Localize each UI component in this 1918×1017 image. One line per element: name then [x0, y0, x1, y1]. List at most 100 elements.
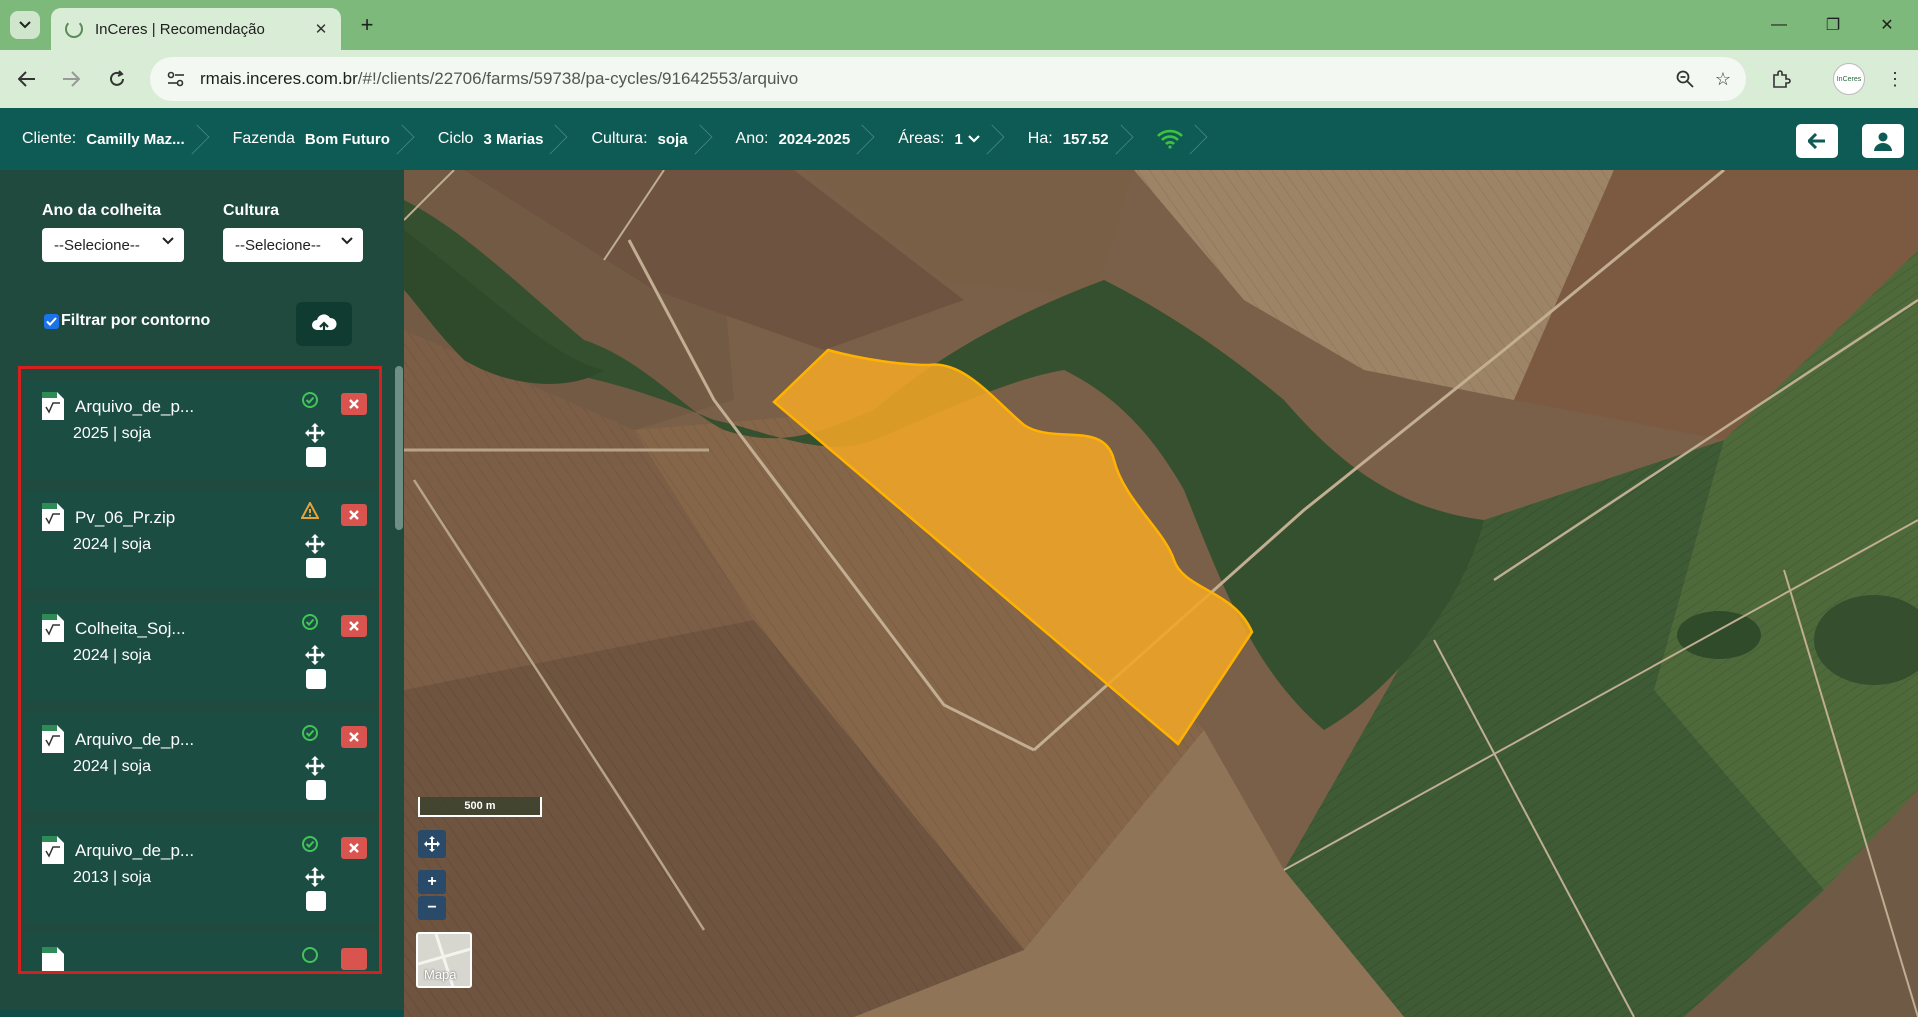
zoom-in-button[interactable]: +	[418, 870, 446, 894]
tab-close-icon[interactable]: ✕	[311, 19, 331, 39]
file-card[interactable]: Arquivo_de_p... 2025 | soja	[25, 379, 377, 479]
pan-button[interactable]	[418, 830, 446, 858]
file-card[interactable]: Arquivo_de_p... 2013 | soja	[25, 823, 377, 923]
files-list-scrollbar[interactable]	[395, 366, 403, 530]
close-icon	[349, 399, 359, 409]
file-icon	[42, 836, 64, 864]
crumb-value: 2024-2025	[778, 130, 851, 148]
url-path: /#!/clients/22706/farms/59738/pa-cycles/…	[357, 69, 799, 88]
zoom-icon[interactable]	[1670, 64, 1700, 94]
file-meta: 2013 | soja	[73, 869, 151, 886]
zoom-out-button[interactable]: −	[418, 896, 446, 920]
move-arrows-icon	[424, 836, 440, 852]
file-card[interactable]: Arquivo_de_p... 2024 | soja	[25, 712, 377, 812]
close-window-icon[interactable]: ✕	[1872, 10, 1902, 40]
crop-label: Cultura	[223, 202, 279, 219]
files-list[interactable]: Arquivo_de_p... 2025 | soja Pv_06_Pr.zip 20…	[18, 366, 382, 974]
reload-icon[interactable]	[102, 64, 132, 94]
crop-select[interactable]: --Selecione--	[223, 228, 363, 262]
file-card[interactable]: Pv_06_Pr.zip 2024 | soja	[25, 490, 377, 590]
file-icon	[42, 614, 64, 642]
map-scale-bar: 500 m	[418, 797, 542, 817]
url-text[interactable]: rmais.inceres.com.br/#!/clients/22706/fa…	[200, 69, 1670, 89]
delete-file-button[interactable]	[341, 504, 367, 526]
url-host: rmais.inceres.com.br	[200, 69, 358, 88]
crumb-crop[interactable]: Cultura: soja	[569, 108, 713, 170]
back-arrow-icon[interactable]	[12, 64, 42, 94]
harvest-year-label: Ano da colheita	[42, 202, 162, 219]
file-select-checkbox[interactable]	[306, 780, 326, 800]
crumb-year[interactable]: Ano: 2024-2025	[714, 108, 877, 170]
check-circle-icon	[302, 836, 318, 852]
file-card-partial[interactable]	[25, 934, 377, 971]
extensions-icon[interactable]	[1766, 64, 1796, 94]
site-settings-icon[interactable]	[164, 67, 188, 91]
new-tab-button[interactable]: +	[353, 11, 381, 39]
file-icon	[42, 947, 64, 971]
crumb-label: Áreas:	[898, 130, 945, 147]
user-icon	[1874, 132, 1892, 151]
loading-favicon-icon	[65, 20, 83, 38]
delete-file-button[interactable]	[341, 948, 367, 970]
crumb-areas[interactable]: Áreas: 1	[876, 108, 1006, 170]
file-card[interactable]: Colheita_Soj... 2024 | soja	[25, 601, 377, 701]
delete-file-button[interactable]	[341, 615, 367, 637]
bookmark-star-icon[interactable]: ☆	[1708, 64, 1738, 94]
upload-button[interactable]	[296, 302, 352, 346]
harvest-year-select[interactable]: --Selecione--	[42, 228, 184, 262]
filter-contour-row[interactable]: Filtrar por contorno	[44, 312, 210, 330]
chevron-down-icon	[341, 237, 353, 245]
files-sidebar: Ano da colheita --Selecione-- Cultura --…	[0, 170, 404, 1010]
crumb-label: Cliente:	[22, 130, 77, 147]
file-select-checkbox[interactable]	[306, 447, 326, 467]
crumb-value: 157.52	[1062, 130, 1109, 148]
minimize-icon[interactable]: —	[1764, 10, 1794, 40]
crumb-label: Fazenda	[232, 130, 295, 147]
file-meta: 2024 | soja	[73, 536, 151, 553]
crumb-label: Ano:	[735, 130, 769, 147]
file-select-checkbox[interactable]	[306, 669, 326, 689]
satellite-map[interactable]	[404, 170, 1918, 1017]
crumb-hectares: Ha: 157.52	[1006, 108, 1135, 170]
crumb-farm[interactable]: Fazenda Bom Futuro	[211, 108, 416, 170]
file-meta: 2025 | soja	[73, 425, 151, 442]
basemap-toggle[interactable]: Mapa	[416, 932, 472, 988]
file-select-checkbox[interactable]	[306, 891, 326, 911]
close-icon	[349, 621, 359, 631]
filter-contour-checkbox[interactable]	[44, 313, 59, 329]
back-button[interactable]	[1796, 124, 1838, 158]
user-button[interactable]	[1862, 124, 1904, 158]
cloud-upload-icon	[312, 314, 337, 333]
delete-file-button[interactable]	[341, 726, 367, 748]
chevron-down-icon	[968, 135, 980, 143]
crumb-value: 1	[954, 130, 963, 148]
crop-value: --Selecione--	[235, 236, 321, 254]
check-circle-icon	[302, 947, 318, 963]
profile-avatar[interactable]: InCeres	[1833, 63, 1865, 95]
locate-icon[interactable]	[305, 423, 325, 443]
address-bar[interactable]: rmais.inceres.com.br/#!/clients/22706/fa…	[150, 57, 1746, 101]
restore-icon[interactable]: ❐	[1818, 10, 1848, 40]
file-icon	[42, 503, 64, 531]
forward-arrow-icon[interactable]	[56, 64, 86, 94]
crumb-connection	[1135, 108, 1209, 170]
crumb-client[interactable]: Cliente: Camilly Maz...	[0, 108, 211, 170]
check-circle-icon	[302, 614, 318, 630]
file-meta: 2024 | soja	[73, 758, 151, 775]
file-select-checkbox[interactable]	[306, 558, 326, 578]
locate-icon[interactable]	[305, 534, 325, 554]
tab-search-button[interactable]	[10, 11, 40, 39]
browser-menu-icon[interactable]: ⋮	[1880, 64, 1910, 94]
wifi-icon	[1156, 129, 1183, 149]
locate-icon[interactable]	[305, 645, 325, 665]
locate-icon[interactable]	[305, 756, 325, 776]
delete-file-button[interactable]	[341, 837, 367, 859]
delete-file-button[interactable]	[341, 393, 367, 415]
app-header: Cliente: Camilly Maz... Fazenda Bom Futu…	[0, 108, 1918, 170]
close-icon	[349, 732, 359, 742]
browser-tabstrip: InCeres | Recomendação ✕ + — ❐ ✕	[0, 0, 1918, 50]
locate-icon[interactable]	[305, 867, 325, 887]
crumb-cycle[interactable]: Ciclo 3 Marias	[416, 108, 570, 170]
browser-tab-active[interactable]: InCeres | Recomendação ✕	[51, 8, 341, 50]
tab-title: InCeres | Recomendação	[95, 20, 265, 38]
